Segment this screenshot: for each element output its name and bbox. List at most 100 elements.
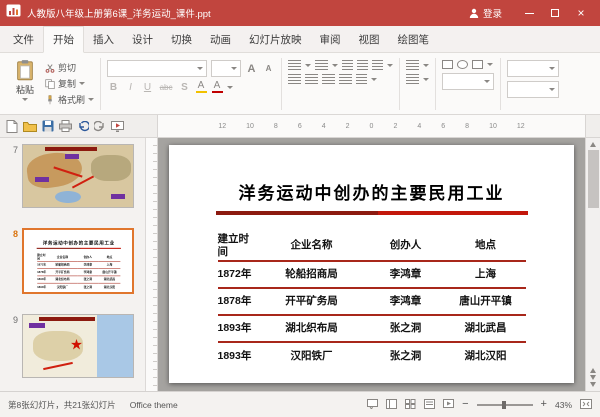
tab-design[interactable]: 设计 <box>123 26 162 52</box>
slide-canvas[interactable]: 洋务运动中创办的主要民用工业 建立时间 企业名称 创办人 地点 1872年 轮船… <box>158 138 585 391</box>
table-cell[interactable]: 张之洞 <box>77 276 99 283</box>
maximize-button[interactable] <box>542 0 568 26</box>
align-left-icon[interactable] <box>288 74 301 84</box>
zoom-slider[interactable] <box>477 404 533 406</box>
slide[interactable]: 洋务运动中创办的主要民用工业 建立时间 企业名称 创办人 地点 1872年 轮船… <box>169 145 574 383</box>
table-cell[interactable]: 1893年 <box>218 342 258 369</box>
play-slideshow-icon[interactable] <box>111 121 124 132</box>
italic-icon[interactable]: I <box>124 82 137 93</box>
tab-home[interactable]: 开始 <box>43 26 84 53</box>
table-cell[interactable]: 上海 <box>99 261 121 268</box>
table-cell[interactable]: 轮船招商局 <box>258 261 366 288</box>
tab-view[interactable]: 视图 <box>350 26 389 52</box>
table-cell[interactable]: 李鸿章 <box>366 261 446 288</box>
table-header-cell[interactable]: 企业名称 <box>48 253 77 261</box>
align-text-icon[interactable] <box>406 74 419 84</box>
table-cell[interactable]: 湖北织布局 <box>258 315 366 342</box>
next-slide-button[interactable] <box>590 375 596 380</box>
table-cell[interactable]: 1893年 <box>37 283 48 290</box>
tab-slideshow[interactable]: 幻灯片放映 <box>240 26 311 52</box>
tab-file[interactable]: 文件 <box>4 26 43 52</box>
table-cell[interactable]: 1878年 <box>218 288 258 315</box>
shape-fill-select[interactable] <box>442 73 494 90</box>
zoom-out-button[interactable]: − <box>462 399 468 410</box>
tab-animations[interactable]: 动画 <box>201 26 240 52</box>
table-cell[interactable]: 1893年 <box>218 315 258 342</box>
format-painter-button[interactable]: 格式刷 <box>45 92 94 107</box>
scroll-up-icon[interactable] <box>590 142 596 147</box>
rectangle-shape-icon[interactable] <box>442 60 453 69</box>
table-header-cell[interactable]: 创办人 <box>77 253 99 261</box>
close-button[interactable]: × <box>568 0 594 26</box>
arrange-select[interactable] <box>507 60 559 77</box>
table-cell[interactable]: 李鸿章 <box>366 288 446 315</box>
table-cell[interactable]: 1872年 <box>37 261 48 268</box>
table-cell[interactable]: 1893年 <box>37 276 48 283</box>
scroll-down-icon[interactable] <box>590 382 596 387</box>
underline-icon[interactable]: U <box>141 82 154 93</box>
vertical-scrollbar[interactable] <box>585 138 600 391</box>
font-color-caret-icon[interactable] <box>227 86 233 89</box>
zoom-slider-thumb[interactable] <box>502 401 506 409</box>
numbering-icon[interactable] <box>315 60 328 70</box>
line-spacing-icon[interactable] <box>372 60 383 70</box>
slide-7-thumbnail[interactable] <box>22 144 134 208</box>
table-cell[interactable]: 张之洞 <box>77 283 99 290</box>
table-cell[interactable]: 湖北武昌 <box>446 315 526 342</box>
font-size-select[interactable] <box>211 60 241 77</box>
shrink-font-icon[interactable]: A <box>262 64 275 73</box>
table-cell[interactable]: 1872年 <box>218 261 258 288</box>
bold-icon[interactable]: B <box>107 82 120 93</box>
slideshow-view-icon[interactable] <box>443 399 454 411</box>
align-center-icon[interactable] <box>305 74 318 84</box>
table-header-cell[interactable]: 建立时间 <box>37 253 48 261</box>
table-cell[interactable]: 湖北汉阳 <box>446 342 526 369</box>
slide-table[interactable]: 建立时间 企业名称 创办人 地点 1872年 轮船招商局 李鸿章 上海 1878… <box>37 253 120 290</box>
table-cell[interactable]: 开平矿务局 <box>48 269 77 276</box>
table-cell[interactable]: 1878年 <box>37 269 48 276</box>
undo-icon[interactable] <box>77 121 89 132</box>
grow-font-icon[interactable]: A <box>245 63 258 75</box>
slide-title[interactable]: 洋务运动中创办的主要民用工业 <box>169 145 574 204</box>
reading-view-icon[interactable] <box>424 399 435 411</box>
slide-sorter-view-icon[interactable] <box>405 399 416 411</box>
zoom-level[interactable]: 43% <box>555 400 572 410</box>
redo-icon[interactable] <box>94 121 106 132</box>
minimize-button[interactable] <box>516 0 542 26</box>
table-header-cell[interactable]: 地点 <box>446 231 526 261</box>
table-cell[interactable]: 开平矿务局 <box>258 288 366 315</box>
slide-table[interactable]: 建立时间 企业名称 创办人 地点 1872年 轮船招商局 李鸿章 上海 1878… <box>218 231 526 369</box>
notes-icon[interactable] <box>367 399 378 411</box>
slide-8-thumbnail[interactable]: 洋务运动中创办的主要民用工业 建立时间 企业名称 创办人 地点 1872年 轮船… <box>22 228 134 294</box>
table-cell[interactable]: 湖北织布局 <box>48 276 77 283</box>
columns-icon[interactable] <box>356 74 367 84</box>
save-icon[interactable] <box>42 120 54 132</box>
tab-review[interactable]: 审阅 <box>311 26 350 52</box>
cut-button[interactable]: 剪切 <box>45 60 94 75</box>
decrease-indent-icon[interactable] <box>342 60 353 70</box>
normal-view-icon[interactable] <box>386 399 397 411</box>
print-icon[interactable] <box>59 120 72 132</box>
tab-insert[interactable]: 插入 <box>84 26 123 52</box>
strikethrough-icon[interactable]: abc <box>158 83 174 92</box>
text-direction-icon[interactable] <box>406 60 419 70</box>
tab-transitions[interactable]: 切换 <box>162 26 201 52</box>
table-cell[interactable]: 上海 <box>446 261 526 288</box>
table-cell[interactable]: 唐山开平镇 <box>446 288 526 315</box>
table-cell[interactable]: 张之洞 <box>366 342 446 369</box>
scrollbar-thumb[interactable] <box>588 150 599 208</box>
font-color-icon[interactable]: A <box>211 81 223 93</box>
quick-styles-select[interactable] <box>507 81 559 98</box>
zoom-in-button[interactable]: + <box>541 399 547 410</box>
new-file-icon[interactable] <box>6 120 18 133</box>
paste-button[interactable]: 粘贴 <box>7 56 43 112</box>
login-button[interactable]: 登录 <box>469 6 502 20</box>
justify-icon[interactable] <box>339 74 352 84</box>
table-cell[interactable]: 李鸿章 <box>77 261 99 268</box>
previous-slide-button[interactable] <box>590 368 596 373</box>
align-right-icon[interactable] <box>322 74 335 84</box>
table-header-cell[interactable]: 建立时间 <box>218 231 258 261</box>
table-cell[interactable]: 汉阳铁厂 <box>48 283 77 290</box>
table-cell[interactable]: 李鸿章 <box>77 269 99 276</box>
font-name-select[interactable] <box>107 60 207 77</box>
